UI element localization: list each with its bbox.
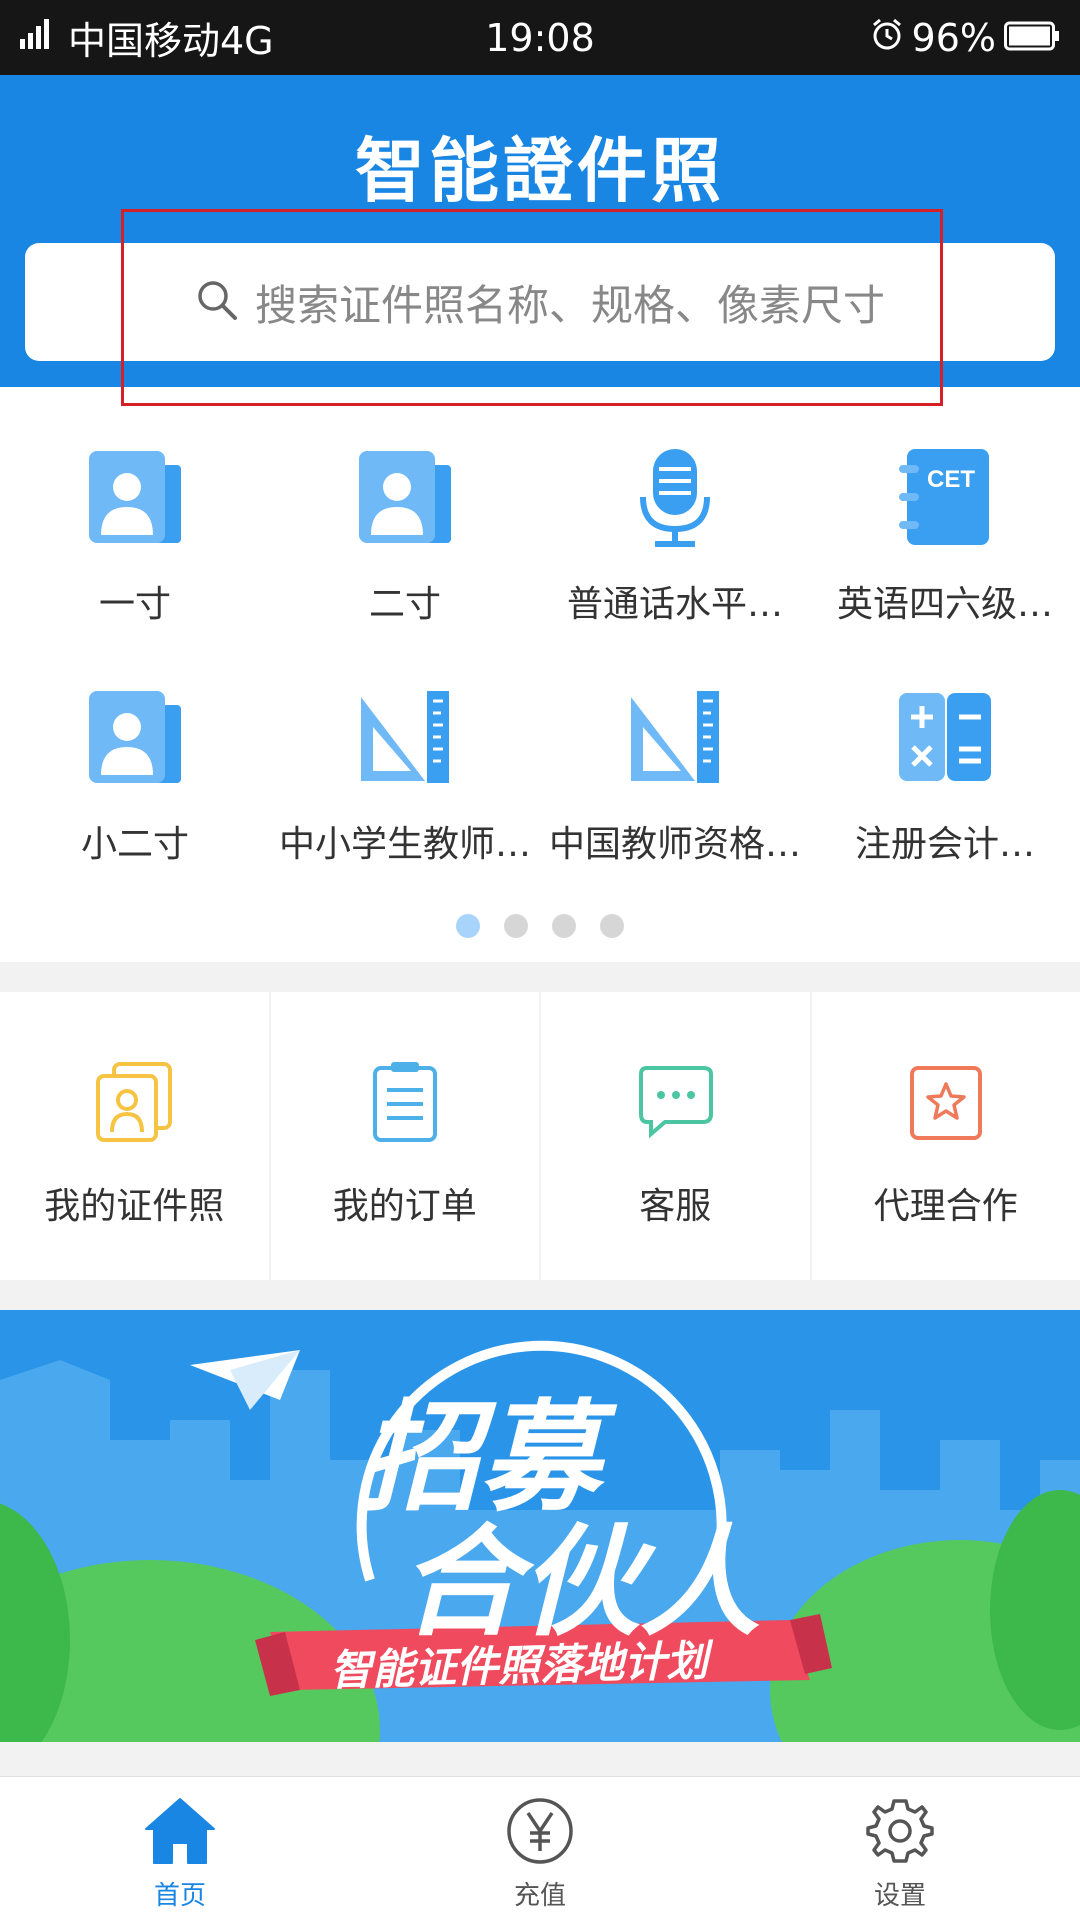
category-item-cpa[interactable]: 注册会计… — [810, 687, 1080, 887]
category-label: 一寸 — [5, 575, 265, 627]
person-card-icon — [85, 447, 185, 547]
agency-cooperation-button[interactable]: 代理合作 — [812, 992, 1080, 1280]
customer-service-button[interactable]: 客服 — [541, 992, 810, 1280]
search-icon — [195, 278, 239, 326]
bottom-tab-bar: 首页 充值 设置 — [0, 1776, 1080, 1921]
microphone-icon — [625, 447, 725, 547]
status-time: 19:08 — [485, 16, 595, 60]
category-label: 中小学生教师… — [275, 815, 535, 867]
my-photos-button[interactable]: 我的证件照 — [0, 992, 269, 1280]
cet-notebook-icon: CET — [895, 447, 995, 547]
my-orders-button[interactable]: 我的订单 — [271, 992, 540, 1280]
category-label: 注册会计… — [815, 815, 1075, 867]
page-indicator — [0, 914, 1080, 938]
tab-label: 充值 — [360, 1875, 720, 1912]
battery-percent: 96% — [912, 16, 996, 60]
tab-home[interactable]: 首页 — [0, 1777, 360, 1921]
search-input[interactable]: 搜索证件照名称、规格、像素尺寸 — [25, 243, 1055, 361]
person-card-icon — [85, 687, 185, 787]
calculator-icon — [895, 687, 995, 787]
action-label: 我的证件照 — [0, 1177, 269, 1229]
action-label: 客服 — [541, 1177, 810, 1229]
recruit-partner-banner[interactable]: 招募 合伙人 智能证件照落地计划 — [0, 1310, 1080, 1742]
tab-recharge[interactable]: 充值 — [360, 1777, 720, 1921]
photo-stack-icon — [92, 1060, 176, 1144]
star-badge-icon — [904, 1060, 988, 1144]
category-item-cet[interactable]: CET 英语四六级… — [810, 447, 1080, 647]
page-dot-active[interactable] — [456, 914, 480, 938]
category-item-ercun[interactable]: 二寸 — [270, 447, 540, 647]
category-item-yicun[interactable]: 一寸 — [0, 447, 270, 647]
category-item-putonghua[interactable]: 普通话水平… — [540, 447, 810, 647]
clipboard-icon — [363, 1060, 447, 1144]
search-placeholder: 搜索证件照名称、规格、像素尺寸 — [255, 272, 885, 333]
category-item-teacher[interactable]: 中小学生教师… — [270, 687, 540, 887]
action-label: 我的订单 — [271, 1177, 540, 1229]
page-dot[interactable] — [552, 914, 576, 938]
battery-icon — [1004, 16, 1060, 60]
category-item-xiaoercun[interactable]: 小二寸 — [0, 687, 270, 887]
page-dot[interactable] — [600, 914, 624, 938]
alarm-icon — [870, 16, 904, 60]
tab-label: 首页 — [0, 1875, 360, 1912]
category-label: 小二寸 — [5, 815, 265, 867]
chat-bubble-icon — [633, 1060, 717, 1144]
category-label: 普通话水平… — [545, 575, 805, 627]
page-dot[interactable] — [504, 914, 528, 938]
action-label: 代理合作 — [812, 1177, 1080, 1229]
banner-ribbon-text: 智能证件照落地计划 — [329, 1627, 708, 1698]
gear-icon — [864, 1795, 936, 1867]
status-right: 96% — [870, 0, 1060, 75]
tab-label: 设置 — [720, 1875, 1080, 1912]
home-icon — [144, 1795, 216, 1867]
quick-actions: 我的证件照 我的订单 客服 代理合 — [0, 992, 1080, 1280]
ruler-triangle-icon — [355, 687, 455, 787]
category-grid: 一寸 二寸 普通话水平… — [0, 387, 1080, 962]
category-item-teacher-cert[interactable]: 中国教师资格… — [540, 687, 810, 887]
app-title: 智能證件照 — [0, 115, 1080, 216]
ruler-triangle-icon — [625, 687, 725, 787]
status-bar: 中国移动4G 19:08 96% — [0, 0, 1080, 75]
yen-coin-icon — [504, 1795, 576, 1867]
category-label: 英语四六级… — [815, 575, 1075, 627]
tab-settings[interactable]: 设置 — [720, 1777, 1080, 1921]
svg-text:CET: CET — [927, 466, 975, 493]
person-card-icon — [355, 447, 455, 547]
app-header: 智能證件照 搜索证件照名称、规格、像素尺寸 — [0, 75, 1080, 387]
category-label: 二寸 — [275, 575, 535, 627]
category-label: 中国教师资格… — [545, 815, 805, 867]
